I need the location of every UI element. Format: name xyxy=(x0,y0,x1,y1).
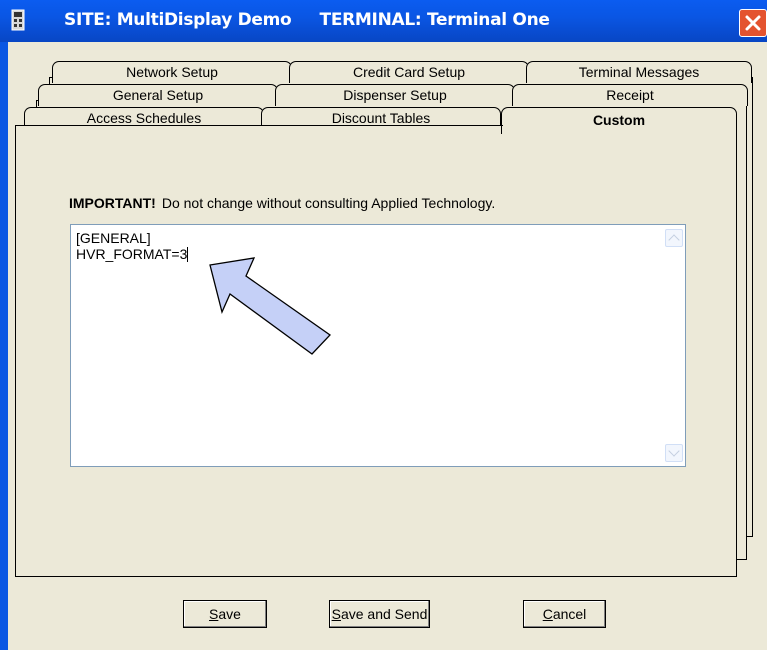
save-mnemonic: S xyxy=(209,606,219,622)
tab-label: Terminal Messages xyxy=(578,64,700,80)
save-and-send-button[interactable]: Save and Send xyxy=(329,600,430,628)
panel-top-border xyxy=(15,125,503,126)
warning-label: IMPORTANT! xyxy=(69,195,156,211)
tab-general-setup[interactable]: General Setup xyxy=(38,84,278,106)
tab-custom[interactable]: Custom xyxy=(501,107,737,134)
window-title: SITE: MultiDisplay Demo TERMINAL: Termin… xyxy=(64,10,550,30)
config-line-2: HVR_FORMAT=3 xyxy=(76,246,188,262)
annotation-arrow-icon xyxy=(209,257,331,355)
scroll-down-button[interactable] xyxy=(665,444,683,462)
text-caret xyxy=(187,247,189,262)
tab-label: Custom xyxy=(592,112,646,128)
config-line-1: [GENERAL] xyxy=(76,230,151,246)
close-button[interactable] xyxy=(739,9,767,37)
tab-label: Network Setup xyxy=(126,64,218,80)
tab-network-setup[interactable]: Network Setup xyxy=(52,61,292,83)
application-window: SITE: MultiDisplay Demo TERMINAL: Termin… xyxy=(0,0,767,650)
cancel-button[interactable]: Cancel xyxy=(523,600,606,628)
tab-label: General Setup xyxy=(112,87,204,103)
warning-text: Do not change without consulting Applied… xyxy=(161,195,496,211)
save-send-label: ave and Send xyxy=(340,606,428,622)
tab-receipt[interactable]: Receipt xyxy=(512,84,748,106)
tab-label: Receipt xyxy=(606,87,654,103)
save-send-mnemonic: S xyxy=(331,606,341,622)
cancel-mnemonic: C xyxy=(542,606,553,622)
tab-label: Credit Card Setup xyxy=(352,64,466,80)
tab-label: Dispenser Setup xyxy=(343,87,447,103)
tab-credit-card-setup[interactable]: Credit Card Setup xyxy=(289,61,529,83)
cancel-label: ancel xyxy=(552,606,587,622)
title-bar[interactable]: SITE: MultiDisplay Demo TERMINAL: Termin… xyxy=(0,0,767,42)
custom-config-textarea[interactable]: [GENERAL] HVR_FORMAT=3 xyxy=(70,224,686,467)
scroll-up-button[interactable] xyxy=(665,229,683,247)
save-button[interactable]: Save xyxy=(183,600,267,628)
app-icon xyxy=(11,9,25,31)
tab-dispenser-setup[interactable]: Dispenser Setup xyxy=(275,84,515,106)
config-text: [GENERAL] HVR_FORMAT=3 xyxy=(76,230,189,262)
close-icon xyxy=(745,15,761,31)
save-label: ave xyxy=(218,606,241,622)
warning-message: IMPORTANT! Do not change without consulti… xyxy=(69,195,495,211)
tab-terminal-messages[interactable]: Terminal Messages xyxy=(526,61,752,83)
